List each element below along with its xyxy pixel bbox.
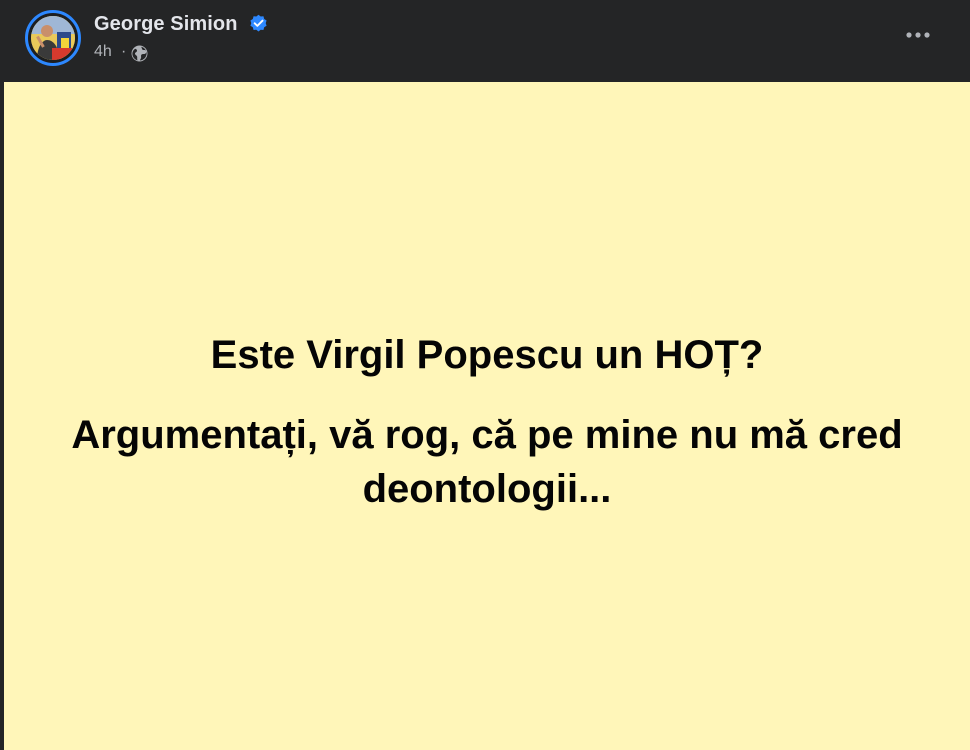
avatar-image <box>31 16 75 60</box>
more-options-icon <box>906 32 930 38</box>
globe-icon[interactable] <box>131 45 148 62</box>
more-options-button[interactable] <box>900 20 936 50</box>
post-header: George Simion 4h · <box>0 0 970 82</box>
meta-separator: · <box>121 43 127 60</box>
post-content-background: Este Virgil Popescu un HOȚ? Argumentați,… <box>4 82 970 750</box>
profile-photo-icon <box>31 16 75 60</box>
timestamp[interactable]: 4h <box>94 42 112 62</box>
facebook-post: George Simion 4h · Este Virgil Popescu u… <box>0 0 970 750</box>
avatar[interactable] <box>25 10 81 66</box>
post-text-line-1: Este Virgil Popescu un HOȚ? <box>210 333 764 377</box>
post-text-line-2: Argumentați, vă rog, că pe mine nu mă cr… <box>71 413 903 511</box>
verified-badge-icon <box>250 14 267 32</box>
post-text: Este Virgil Popescu un HOȚ? Argumentați,… <box>4 332 970 516</box>
author-name[interactable]: George Simion <box>94 12 238 36</box>
